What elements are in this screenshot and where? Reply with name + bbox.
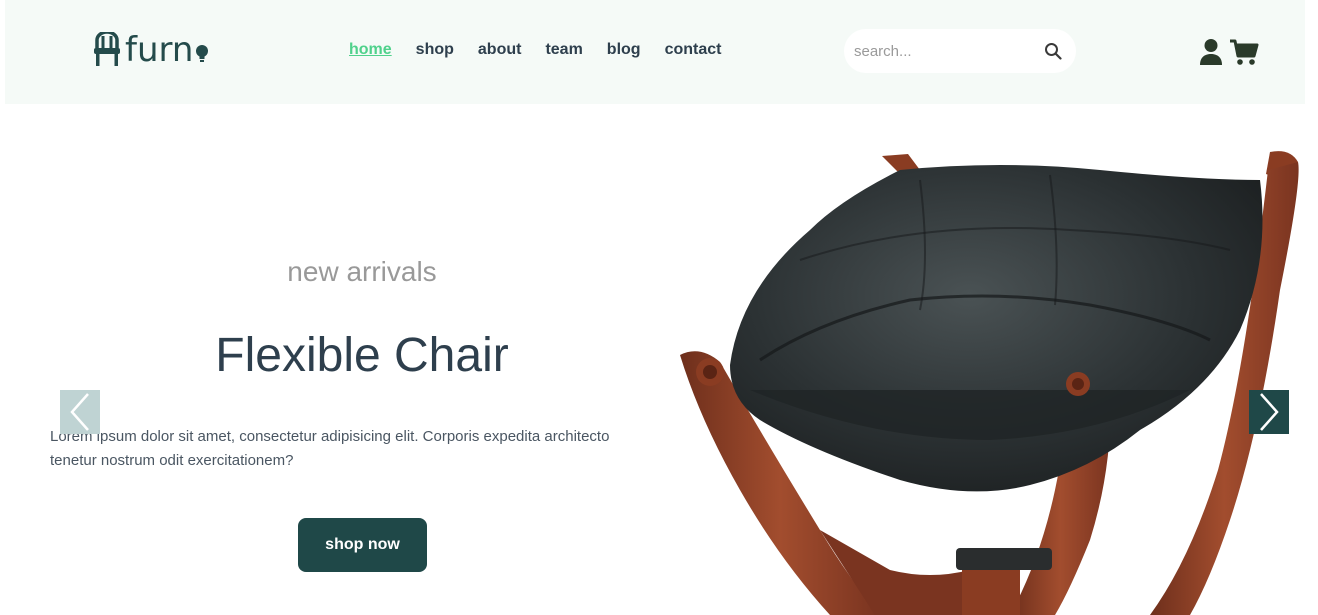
nav-item-shop[interactable]: shop: [404, 40, 466, 60]
cart-icon[interactable]: [1229, 38, 1259, 66]
hero-description: Lorem ipsum dolor sit amet, consectetur …: [50, 428, 610, 469]
slider-next-button[interactable]: [1249, 390, 1289, 434]
nav-item-contact[interactable]: contact: [653, 40, 734, 60]
chevron-right-icon: [1260, 393, 1279, 431]
lightbulb-icon: [196, 45, 209, 62]
shop-now-button[interactable]: shop now: [298, 518, 427, 572]
hero-subtitle: new arrivals: [287, 256, 437, 287]
nav-item-team[interactable]: team: [533, 40, 594, 60]
logo[interactable]: furn: [93, 30, 209, 70]
nav-item-about[interactable]: about: [466, 40, 534, 60]
slider-prev-button[interactable]: [60, 390, 100, 434]
search-input[interactable]: [854, 36, 1034, 66]
logo-text: furn: [125, 30, 194, 70]
user-icon[interactable]: [1199, 38, 1223, 66]
chair-image: [680, 151, 1299, 615]
search-box: [844, 29, 1076, 73]
hero-title: Flexible Chair: [215, 329, 509, 382]
nav-item-home[interactable]: home: [337, 40, 404, 60]
search-icon[interactable]: [1044, 42, 1062, 60]
chair-logo-icon: [94, 32, 120, 66]
site-header: furn home shop about team blog contact: [5, 0, 1305, 104]
main-nav: home shop about team blog contact: [337, 40, 733, 60]
chevron-left-icon: [70, 393, 89, 431]
nav-item-blog[interactable]: blog: [595, 40, 653, 60]
